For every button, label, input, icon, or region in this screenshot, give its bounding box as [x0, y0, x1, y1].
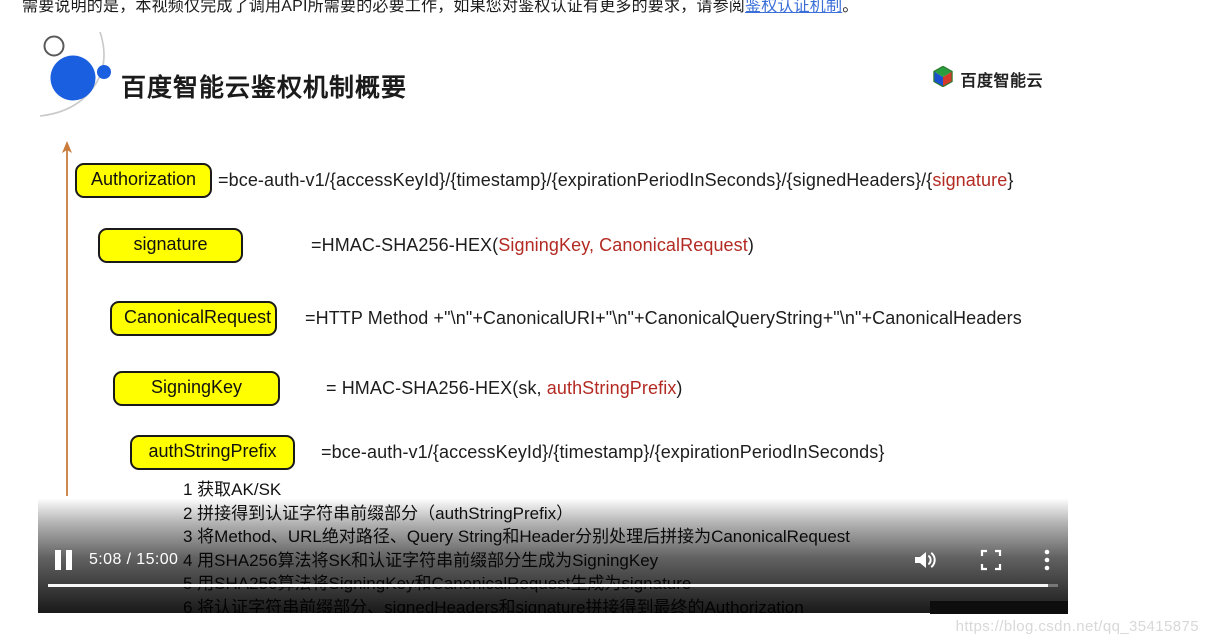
- formula-row: authStringPrefix =bce-auth-v1/{accessKey…: [130, 435, 884, 470]
- formula-row: Authorization =bce-auth-v1/{accessKeyId}…: [75, 163, 1013, 198]
- formula-expression: = HMAC-SHA256-HEX(sk, authStringPrefix): [326, 378, 683, 399]
- brand-name: 百度智能云: [960, 73, 1043, 90]
- expr-pre: =bce-auth-v1/{accessKeyId}/{timestamp}/{…: [218, 169, 933, 190]
- formula-row: CanonicalRequest =HTTP Method +"\n"+Cano…: [110, 301, 1022, 336]
- list-item: 1 获取AK/SK: [183, 480, 282, 499]
- formula-tag: SigningKey: [113, 371, 280, 406]
- pause-icon[interactable]: [55, 550, 73, 570]
- more-options-icon[interactable]: [1044, 549, 1050, 571]
- expr-pre: =bce-auth-v1/{accessKeyId}/{timestamp}/{…: [321, 441, 885, 462]
- baidu-cloud-hexagon-icon: [933, 65, 954, 92]
- article-intro-text: 需要说明的是，本视频仅完成了调用API所需要的必要工作，如果您对鉴权认证有更多的…: [22, 0, 858, 18]
- progress-loaded: [48, 584, 1048, 587]
- expr-highlight: signature: [932, 169, 1008, 190]
- progress-track[interactable]: [48, 584, 1058, 587]
- controls-right-group: [912, 533, 1050, 587]
- formula-expression: =bce-auth-v1/{accessKeyId}/{timestamp}/{…: [321, 442, 884, 463]
- video-slide[interactable]: 百度智能云鉴权机制概要 百度智能云 Authorization =bce-aut…: [38, 28, 1068, 613]
- expr-highlight: SigningKey, CanonicalRequest: [498, 234, 748, 255]
- fullscreen-icon[interactable]: [980, 549, 1002, 571]
- controls-left-group: 5:08 / 15:00: [55, 533, 178, 587]
- time-display: 5:08 / 15:00: [89, 551, 179, 568]
- list-item: 2 拼接得到认证字符串前缀部分（authStringPrefix）: [183, 503, 574, 523]
- formula-tag: CanonicalRequest: [110, 301, 277, 336]
- expr-post: ): [747, 234, 754, 255]
- screenshot-root: 需要说明的是，本视频仅完成了调用API所需要的必要工作，如果您对鉴权认证有更多的…: [0, 0, 1205, 639]
- expr-pre: =HTTP Method +"\n"+CanonicalURI+"\n"+Can…: [305, 307, 1022, 328]
- watermark-text: https://blog.csdn.net/qq_35415875: [955, 618, 1199, 635]
- formula-tag: Authorization: [75, 163, 212, 198]
- formula-expression: =HMAC-SHA256-HEX(SigningKey, CanonicalRe…: [311, 235, 754, 256]
- intro-suffix: 。: [842, 0, 859, 15]
- video-controls: 5:08 / 15:00: [38, 533, 1068, 587]
- upward-arrow-icon: [60, 140, 74, 500]
- expr-post: }: [1007, 169, 1014, 190]
- formula-expression: =bce-auth-v1/{accessKeyId}/{timestamp}/{…: [218, 170, 1013, 191]
- watermark-strip: [930, 601, 1068, 614]
- list-item: 6 将认证字符串前缀部分、signedHeaders和signature拼接得到…: [183, 597, 804, 614]
- expr-highlight: authStringPrefix: [546, 377, 677, 398]
- expr-pre: =HMAC-SHA256-HEX(: [311, 234, 499, 255]
- slide-title: 百度智能云鉴权机制概要: [121, 74, 408, 102]
- formula-row: SigningKey = HMAC-SHA256-HEX(sk, authStr…: [113, 371, 683, 406]
- progress-bar[interactable]: [38, 581, 1068, 591]
- formula-expression: =HTTP Method +"\n"+CanonicalURI+"\n"+Can…: [305, 308, 1022, 329]
- formula-tag: signature: [98, 228, 243, 263]
- formula-row: signature =HMAC-SHA256-HEX(SigningKey, C…: [98, 228, 754, 263]
- brand-logo: 百度智能云: [933, 65, 1043, 92]
- formula-tag: authStringPrefix: [130, 435, 295, 470]
- auth-mechanism-link[interactable]: 鉴权认证机制: [745, 0, 842, 15]
- expr-post: ): [676, 377, 683, 398]
- volume-icon[interactable]: [912, 548, 938, 572]
- expr-pre: = HMAC-SHA256-HEX(sk,: [326, 377, 547, 398]
- intro-prefix: 需要说明的是，本视频仅完成了调用API所需要的必要工作，如果您对鉴权认证有更多的…: [22, 0, 745, 15]
